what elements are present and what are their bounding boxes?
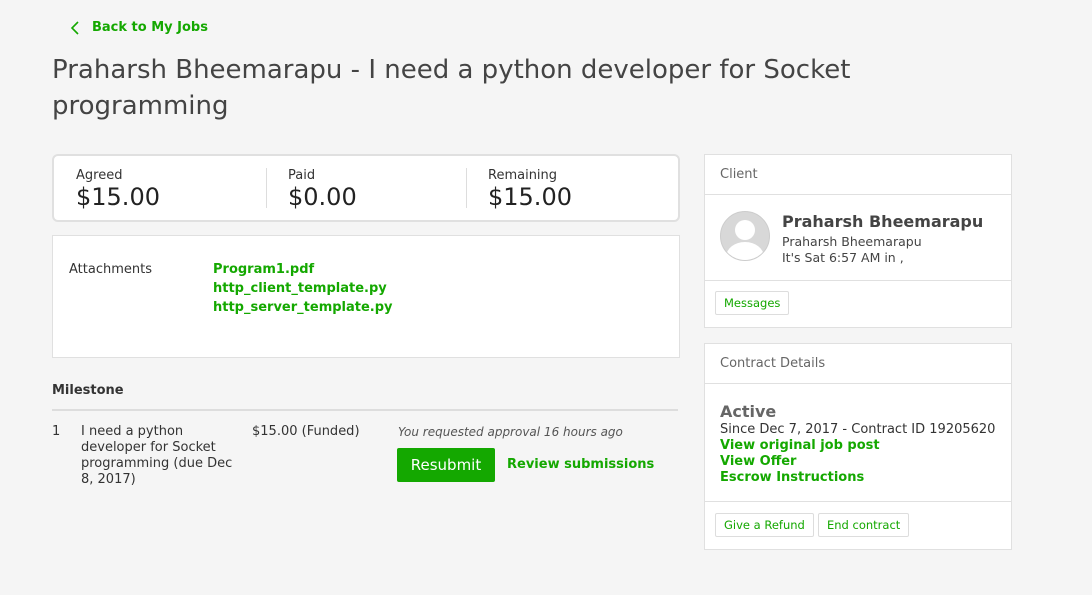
client-details: Praharsh Bheemarapu It's Sat 6:57 AM in …: [782, 234, 922, 266]
client-subname: Praharsh Bheemarapu: [782, 234, 922, 249]
milestone-number: 1: [52, 424, 61, 439]
page-title: Praharsh Bheemarapu - I need a python de…: [52, 55, 851, 121]
contract-details-panel: Contract Details Active Since Dec 7, 201…: [704, 343, 1012, 550]
attachment-list: Program1.pdf http_client_template.py htt…: [213, 260, 393, 317]
chevron-left-icon: [70, 20, 79, 35]
paid-cell: Paid $0.00: [266, 156, 466, 220]
escrow-instructions-link[interactable]: Escrow Instructions: [720, 470, 880, 486]
remaining-label: Remaining: [488, 168, 558, 183]
milestone-header: Milestone: [52, 383, 678, 411]
agreed-label: Agreed: [76, 168, 123, 183]
agreed-value: $15.00: [76, 183, 160, 211]
view-offer-link[interactable]: View Offer: [720, 454, 880, 470]
remaining-value: $15.00: [488, 183, 572, 211]
give-refund-button[interactable]: Give a Refund: [715, 513, 814, 537]
back-label: Back to My Jobs: [92, 20, 208, 35]
view-job-post-link[interactable]: View original job post: [720, 438, 880, 454]
attachment-link[interactable]: Program1.pdf: [213, 260, 393, 279]
contract-header: Contract Details: [705, 344, 1011, 384]
milestone-approval-note: You requested approval 16 hours ago: [398, 425, 623, 439]
agreed-cell: Agreed $15.00: [54, 156, 266, 220]
client-local-time: It's Sat 6:57 AM in ,: [782, 250, 904, 265]
attachment-link[interactable]: http_server_template.py: [213, 298, 393, 317]
contract-links: View original job post View Offer Escrow…: [720, 438, 880, 486]
review-submissions-link[interactable]: Review submissions: [507, 457, 654, 472]
remaining-cell: Remaining $15.00: [466, 156, 678, 220]
paid-value: $0.00: [288, 183, 357, 211]
back-to-jobs-link[interactable]: Back to My Jobs: [70, 20, 208, 35]
divider: [705, 280, 1011, 281]
payment-summary: Agreed $15.00 Paid $0.00 Remaining $15.0…: [52, 154, 680, 222]
attachments-label: Attachments: [69, 262, 152, 277]
milestone-description: I need a python developer for Socket pro…: [81, 424, 233, 487]
attachments-panel: Attachments Program1.pdf http_client_tem…: [52, 235, 680, 358]
client-name: Praharsh Bheemarapu: [782, 212, 984, 231]
paid-label: Paid: [288, 168, 316, 183]
divider: [705, 501, 1011, 502]
contract-since: Since Dec 7, 2017 - Contract ID 19205620: [720, 422, 996, 437]
attachment-link[interactable]: http_client_template.py: [213, 279, 393, 298]
contract-status: Active: [720, 402, 777, 421]
divider: [266, 168, 267, 208]
divider: [466, 168, 467, 208]
resubmit-button[interactable]: Resubmit: [397, 448, 495, 482]
messages-button[interactable]: Messages: [715, 291, 790, 315]
client-header: Client: [705, 155, 1011, 195]
user-avatar-icon: [720, 211, 770, 261]
client-panel: Client Praharsh Bheemarapu Praharsh Bhee…: [704, 154, 1012, 328]
milestone-amount: $15.00 (Funded): [252, 424, 360, 439]
end-contract-button[interactable]: End contract: [818, 513, 910, 537]
